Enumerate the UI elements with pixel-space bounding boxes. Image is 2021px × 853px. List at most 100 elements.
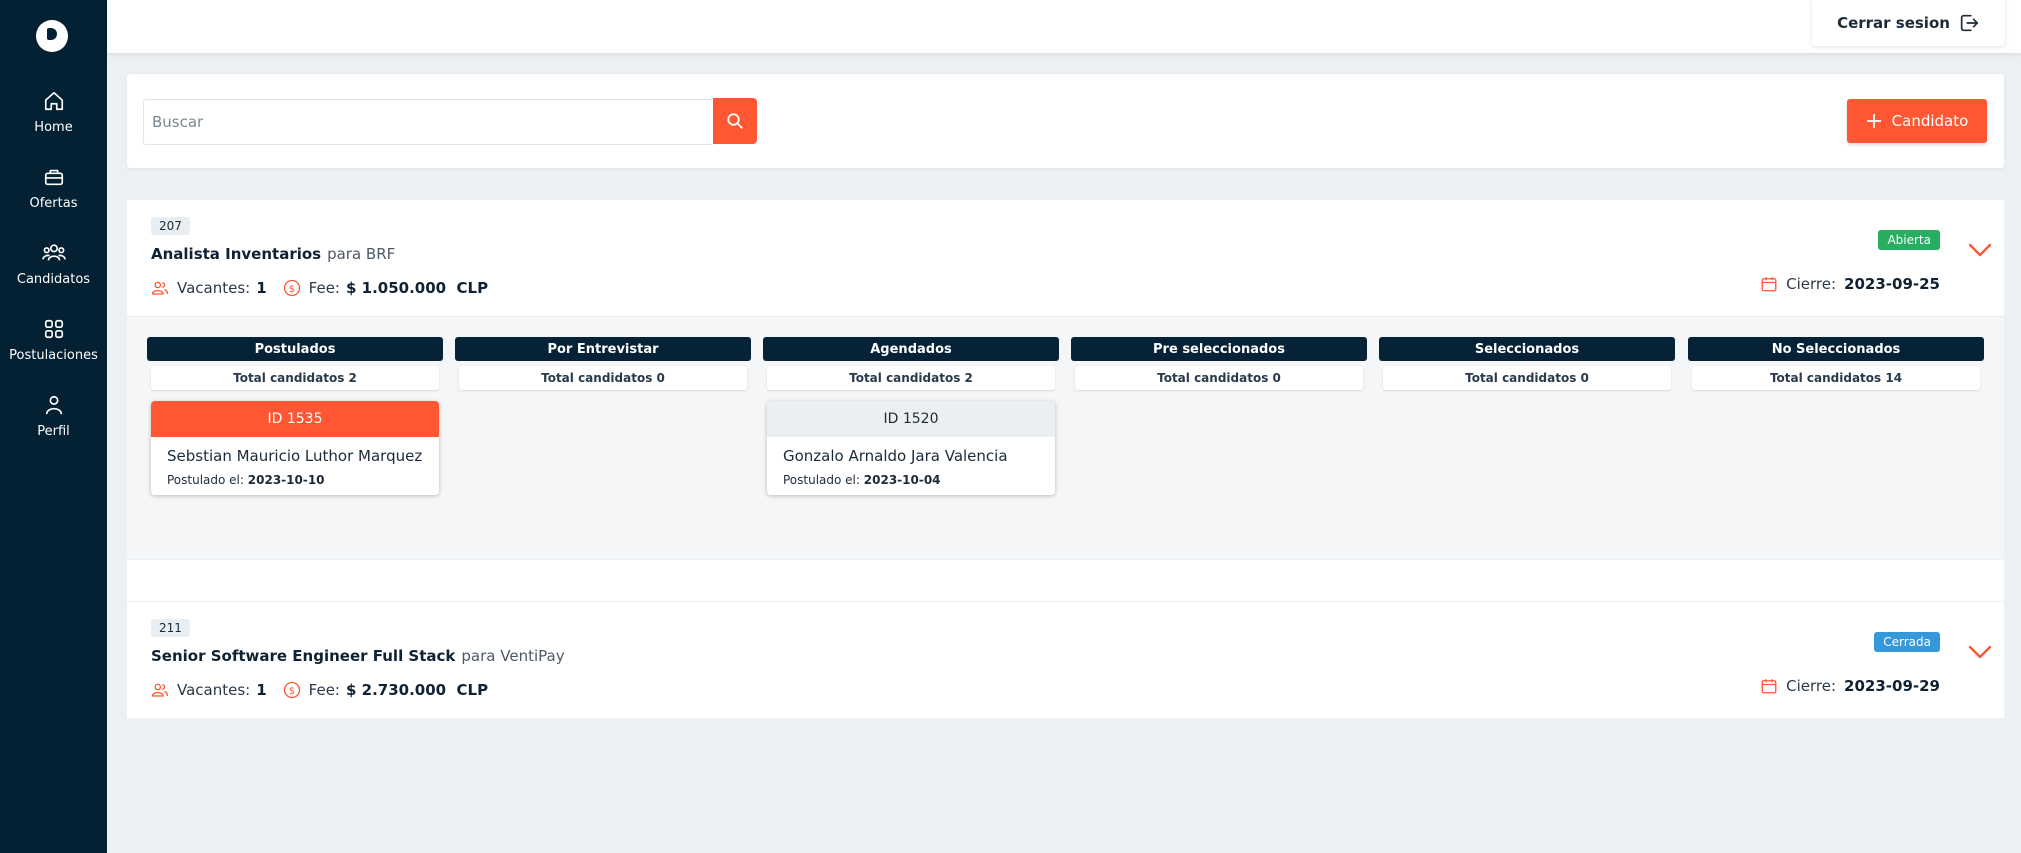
column-title: Por Entrevistar xyxy=(455,337,751,361)
job-meta: Vacantes: 1 $ Fee: $ 2.730.000 CLP xyxy=(151,681,488,699)
candidate-date: Postulado el: 2023-10-04 xyxy=(767,465,1055,495)
column-agendados: Agendados Total candidatos 2 ID 1520 Gon… xyxy=(763,337,1059,495)
svg-text:$: $ xyxy=(289,686,295,697)
logout-button[interactable]: Cerrar sesion xyxy=(1812,0,2005,46)
sidebar-item-home[interactable]: Home xyxy=(0,90,107,135)
logout-icon xyxy=(1960,14,1979,32)
closing-label: Cierre: xyxy=(1786,677,1837,695)
job-card-footer xyxy=(127,560,2004,601)
closing-value: 2023-09-25 xyxy=(1844,275,1940,293)
candidate-name: Gonzalo Arnaldo Jara Valencia xyxy=(783,447,1008,465)
sidebar-item-label: Perfil xyxy=(37,424,70,439)
column-title: Seleccionados xyxy=(1379,337,1675,361)
briefcase-icon xyxy=(44,169,63,186)
fee-value: $ 2.730.000 CLP xyxy=(345,681,489,699)
column-pre-seleccionados: Pre seleccionados Total candidatos 0 xyxy=(1071,337,1367,390)
candidate-date-label: Postulado el: xyxy=(167,473,244,487)
column-por-entrevistar: Por Entrevistar Total candidatos 0 xyxy=(455,337,751,390)
sidebar-item-label: Home xyxy=(34,120,73,135)
svg-text:$: $ xyxy=(289,284,295,295)
job-id: 207 xyxy=(151,217,190,235)
chevron-down-icon[interactable] xyxy=(1968,242,1992,262)
candidate-date-value: 2023-10-10 xyxy=(247,473,325,487)
user-icon xyxy=(45,395,62,415)
app-logo[interactable] xyxy=(36,20,68,52)
topbar: Cerrar sesion xyxy=(107,0,2021,53)
add-candidate-button[interactable]: Candidato xyxy=(1847,99,1987,143)
candidate-card[interactable]: ID 1520 Gonzalo Arnaldo Jara Valencia Po… xyxy=(767,401,1055,495)
closing-value: 2023-09-29 xyxy=(1844,677,1940,695)
column-seleccionados: Seleccionados Total candidatos 0 xyxy=(1379,337,1675,390)
fee-label: Fee: xyxy=(308,681,340,699)
candidate-date-value: 2023-10-04 xyxy=(863,473,941,487)
fee-value: $ 1.050.000 CLP xyxy=(345,279,489,297)
users-icon xyxy=(151,279,169,297)
column-title: Agendados xyxy=(763,337,1059,361)
sidebar-item-label: Postulaciones xyxy=(9,348,98,363)
users-icon xyxy=(151,681,169,699)
column-title: Pre seleccionados xyxy=(1071,337,1367,361)
search-button[interactable] xyxy=(713,98,757,144)
closing-date: Cierre: 2023-09-25 xyxy=(1760,275,1940,293)
column-no-seleccionados: No Seleccionados Total candidatos 14 xyxy=(1688,337,1984,390)
search-panel: Candidato xyxy=(127,74,2004,168)
sidebar: Home Ofertas Candidatos Postulaciones Pe… xyxy=(0,0,107,853)
vacantes-label: Vacantes: xyxy=(177,279,251,297)
add-candidate-label: Candidato xyxy=(1891,112,1969,130)
candidate-date: Postulado el: 2023-10-10 xyxy=(151,465,439,495)
job-card: 211 Senior Software Engineer Full Stack p… xyxy=(127,602,2004,718)
home-icon xyxy=(44,91,63,111)
job-company: para BRF xyxy=(327,245,396,263)
column-title: Postulados xyxy=(147,337,443,361)
column-postulados: Postulados Total candidatos 2 ID 1535 Se… xyxy=(147,337,443,495)
column-total: Total candidatos 0 xyxy=(459,366,747,390)
candidate-name: Sebstian Mauricio Luthor Marquez xyxy=(167,447,423,465)
job-title: Senior Software Engineer Full Stack para … xyxy=(151,647,565,665)
column-title: No Seleccionados xyxy=(1688,337,1984,361)
sidebar-item-label: Candidatos xyxy=(16,272,91,287)
column-total: Total candidatos 2 xyxy=(151,366,439,390)
column-total: Total candidatos 14 xyxy=(1692,366,1980,390)
dollar-coin-icon: $ xyxy=(283,681,301,699)
job-header[interactable]: 211 Senior Software Engineer Full Stack p… xyxy=(127,602,2004,718)
candidate-id: ID 1520 xyxy=(767,401,1055,437)
calendar-icon xyxy=(1761,679,1777,694)
sidebar-item-postulaciones[interactable]: Postulaciones xyxy=(0,318,107,363)
grid-icon xyxy=(44,319,63,339)
column-total: Total candidatos 0 xyxy=(1383,366,1671,390)
logout-label: Cerrar sesion xyxy=(1837,14,1950,32)
column-total: Total candidatos 0 xyxy=(1075,366,1363,390)
fee-label: Fee: xyxy=(308,279,340,297)
job-meta: Vacantes: 1 $ Fee: $ 1.050.000 CLP xyxy=(151,279,488,297)
vacantes-label: Vacantes: xyxy=(177,681,251,699)
closing-date: Cierre: 2023-09-29 xyxy=(1760,677,1940,695)
status-badge: Abierta xyxy=(1878,230,1940,250)
chevron-down-icon[interactable] xyxy=(1968,644,1992,664)
dollar-coin-icon: $ xyxy=(283,279,301,297)
job-title-text: Senior Software Engineer Full Stack xyxy=(151,647,456,665)
job-card: 207 Analista Inventarios para BRF Vacante… xyxy=(127,200,2004,559)
closing-label: Cierre: xyxy=(1786,275,1837,293)
candidate-date-label: Postulado el: xyxy=(783,473,860,487)
sidebar-item-label: Ofertas xyxy=(29,196,78,211)
calendar-icon xyxy=(1761,277,1777,292)
job-company: para VentiPay xyxy=(461,647,565,665)
candidate-card[interactable]: ID 1535 Sebstian Mauricio Luthor Marquez… xyxy=(151,401,439,495)
job-title: Analista Inventarios para BRF xyxy=(151,245,395,263)
status-badge: Cerrada xyxy=(1874,632,1940,652)
job-header[interactable]: 207 Analista Inventarios para BRF Vacante… xyxy=(127,200,2004,316)
candidate-id: ID 1535 xyxy=(151,401,439,437)
plus-icon xyxy=(1866,114,1881,128)
pipeline-board: Postulados Total candidatos 2 ID 1535 Se… xyxy=(127,316,2004,559)
job-title-text: Analista Inventarios xyxy=(151,245,322,263)
vacantes-value: 1 xyxy=(256,681,267,699)
sidebar-item-perfil[interactable]: Perfil xyxy=(0,394,107,439)
vacantes-value: 1 xyxy=(256,279,267,297)
column-total: Total candidatos 2 xyxy=(767,366,1055,390)
sidebar-item-candidatos[interactable]: Candidatos xyxy=(0,242,107,287)
search-icon xyxy=(727,113,743,129)
users-icon xyxy=(41,244,66,261)
search-input[interactable] xyxy=(143,99,713,145)
job-id: 211 xyxy=(151,619,190,637)
sidebar-item-ofertas[interactable]: Ofertas xyxy=(0,166,107,211)
